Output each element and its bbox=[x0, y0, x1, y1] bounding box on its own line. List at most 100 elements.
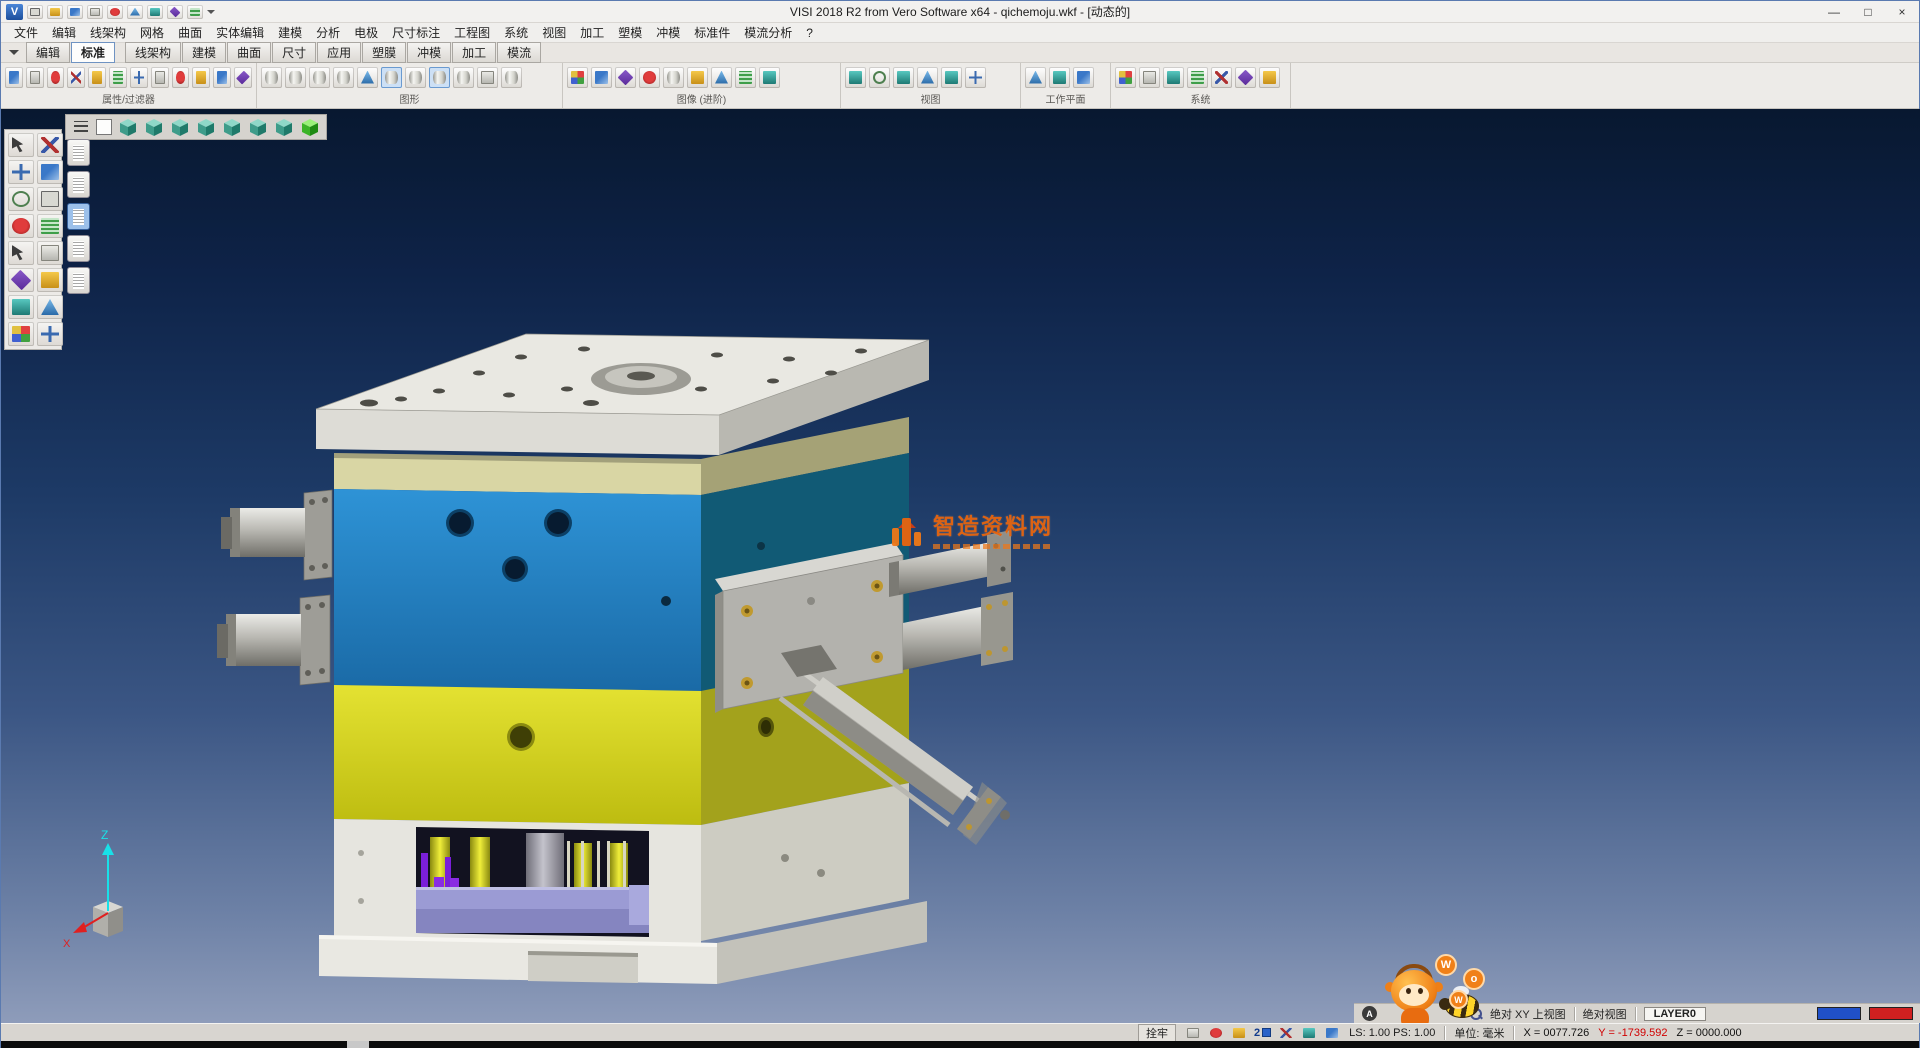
tab-dimension[interactable]: 尺寸 bbox=[272, 42, 316, 63]
section-icon[interactable] bbox=[477, 67, 498, 88]
menu-dimension[interactable]: 尺寸标注 bbox=[385, 22, 447, 43]
menu-surface[interactable]: 曲面 bbox=[171, 22, 209, 43]
menu-mould[interactable]: 塑模 bbox=[611, 22, 649, 43]
save-icon[interactable] bbox=[67, 5, 83, 19]
selection-counter[interactable]: 2 bbox=[1254, 1027, 1271, 1039]
layer-filter-icon[interactable] bbox=[88, 67, 106, 88]
open-file-icon[interactable] bbox=[47, 5, 63, 19]
workplane-align-icon[interactable] bbox=[1049, 67, 1070, 88]
menu-system[interactable]: 系统 bbox=[497, 22, 535, 43]
minimize-button[interactable]: — bbox=[1817, 1, 1851, 22]
menu-machining[interactable]: 加工 bbox=[573, 22, 611, 43]
select-blue-icon[interactable] bbox=[213, 67, 231, 88]
view-mode-label[interactable]: 绝对视图 bbox=[1583, 1006, 1627, 1022]
wireframe-display-icon[interactable] bbox=[285, 67, 306, 88]
view-dynamic-icon[interactable] bbox=[300, 117, 320, 137]
quality-icon[interactable] bbox=[501, 67, 522, 88]
menu-analysis[interactable]: 分析 bbox=[309, 22, 347, 43]
palette-icon[interactable] bbox=[1115, 67, 1136, 88]
tab-application[interactable]: 应用 bbox=[317, 42, 361, 63]
texture-icon[interactable] bbox=[591, 67, 612, 88]
visi-logo-icon[interactable]: V bbox=[6, 4, 23, 20]
star-icon[interactable] bbox=[1235, 67, 1256, 88]
measure-status-icon[interactable] bbox=[1278, 1026, 1294, 1040]
tab-mould[interactable]: 塑膜 bbox=[362, 42, 406, 63]
light-icon[interactable] bbox=[615, 67, 636, 88]
cube-status-icon[interactable] bbox=[1301, 1026, 1317, 1040]
record-icon[interactable] bbox=[107, 5, 123, 19]
mesh-tool-icon[interactable] bbox=[37, 214, 63, 238]
taskbar-item[interactable] bbox=[347, 1041, 369, 1048]
move-filter-icon[interactable] bbox=[130, 67, 148, 88]
clipboard-slot-4-icon[interactable] bbox=[67, 235, 90, 262]
circle-tool-icon[interactable] bbox=[8, 187, 34, 211]
clipboard-slot-5-icon[interactable] bbox=[67, 267, 90, 294]
menu-solid-edit[interactable]: 实体编辑 bbox=[209, 22, 271, 43]
menu-wireframe[interactable]: 线架构 bbox=[83, 22, 133, 43]
print-icon[interactable] bbox=[87, 5, 103, 19]
shade-edges-icon[interactable] bbox=[357, 67, 378, 88]
active-layer-indicator[interactable]: LAYER0 bbox=[1644, 1007, 1706, 1021]
qat-dropdown-icon[interactable] bbox=[207, 10, 215, 18]
rotate-tool-icon[interactable] bbox=[8, 268, 34, 292]
select-tool-icon[interactable] bbox=[8, 133, 34, 157]
view-3d-icon[interactable] bbox=[147, 5, 163, 19]
dynamic-view-icon[interactable] bbox=[965, 67, 986, 88]
menu-edit[interactable]: 编辑 bbox=[45, 22, 83, 43]
reflection-icon[interactable] bbox=[663, 67, 684, 88]
ambient-icon[interactable] bbox=[639, 67, 660, 88]
attribute-paint-icon[interactable] bbox=[5, 67, 23, 88]
grid-icon[interactable] bbox=[187, 5, 203, 19]
menu-drawing[interactable]: 工程图 bbox=[447, 22, 497, 43]
trim-tool-icon[interactable] bbox=[37, 133, 63, 157]
tab-modeling[interactable]: 建模 bbox=[182, 42, 226, 63]
current-color-chip[interactable] bbox=[1817, 1007, 1861, 1020]
rotate-view-icon[interactable] bbox=[917, 67, 938, 88]
select-red-icon[interactable] bbox=[172, 67, 190, 88]
view-back-icon[interactable] bbox=[248, 117, 268, 137]
tab-flow[interactable]: 模流 bbox=[497, 42, 541, 63]
snap-tool-icon[interactable] bbox=[37, 322, 63, 346]
view-plane-icon[interactable] bbox=[96, 119, 112, 135]
maximize-button[interactable]: □ bbox=[1851, 1, 1885, 22]
menu-modeling[interactable]: 建模 bbox=[271, 22, 309, 43]
clipboard-slot-2-icon[interactable] bbox=[67, 171, 90, 198]
workplane-new-icon[interactable] bbox=[1025, 67, 1046, 88]
menu-flow-analysis[interactable]: 模流分析 bbox=[737, 22, 799, 43]
menu-standard-parts[interactable]: 标准件 bbox=[687, 22, 737, 43]
graphics-viewport[interactable]: Z X bbox=[1, 109, 1920, 1023]
grid-filter-icon[interactable] bbox=[109, 67, 127, 88]
menu-file[interactable]: 文件 bbox=[7, 22, 45, 43]
viewbar-menu-icon[interactable] bbox=[72, 119, 90, 135]
hidden-line-icon[interactable] bbox=[309, 67, 330, 88]
menu-electrode[interactable]: 电极 bbox=[347, 22, 385, 43]
zoom-window-icon[interactable] bbox=[869, 67, 890, 88]
view-right-icon[interactable] bbox=[196, 117, 216, 137]
tabbar-dropdown-icon[interactable] bbox=[9, 50, 19, 60]
previous-view-icon[interactable] bbox=[941, 67, 962, 88]
units-indicator[interactable]: 单位: 毫米 bbox=[1454, 1025, 1504, 1041]
grid-settings-icon[interactable] bbox=[1187, 67, 1208, 88]
layer-tool-icon[interactable] bbox=[37, 268, 63, 292]
tab-surface[interactable]: 曲面 bbox=[227, 42, 271, 63]
select-yellow-icon[interactable] bbox=[192, 67, 210, 88]
move-tool-icon[interactable] bbox=[8, 160, 34, 184]
extrude-tool-icon[interactable] bbox=[37, 295, 63, 319]
menu-help[interactable]: ? bbox=[799, 24, 820, 42]
globe-icon[interactable] bbox=[1163, 67, 1184, 88]
menu-mesh[interactable]: 网格 bbox=[133, 22, 171, 43]
workplane-edit-icon[interactable] bbox=[1073, 67, 1094, 88]
layers-status-icon[interactable] bbox=[1324, 1026, 1340, 1040]
environment-icon[interactable] bbox=[735, 67, 756, 88]
background-icon[interactable] bbox=[687, 67, 708, 88]
clipboard-slot-3-icon[interactable] bbox=[67, 203, 90, 230]
screen-status-icon[interactable] bbox=[1185, 1026, 1201, 1040]
tab-wireframe[interactable]: 线架构 bbox=[125, 42, 181, 63]
highlight-color-chip[interactable] bbox=[1869, 1007, 1913, 1020]
dynamic-mode-icon[interactable] bbox=[429, 67, 450, 88]
view-front-icon[interactable] bbox=[170, 117, 190, 137]
measure-icon[interactable] bbox=[1211, 67, 1232, 88]
mask-icon[interactable] bbox=[151, 67, 169, 88]
modify-tool-icon[interactable] bbox=[37, 160, 63, 184]
attribute-copy-icon[interactable] bbox=[26, 67, 44, 88]
